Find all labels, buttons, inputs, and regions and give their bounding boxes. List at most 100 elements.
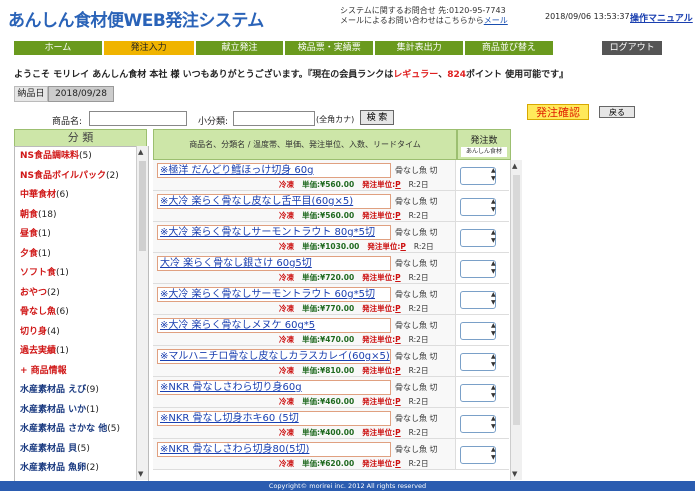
qty-spinner[interactable]: ▲ ▼ — [491, 415, 500, 431]
temperature-zone: 冷凍 — [279, 242, 294, 251]
product-details: 冷凍 単価:¥470.00 発注単位:P R:2日 — [279, 334, 428, 345]
scroll-thumb[interactable] — [139, 161, 146, 251]
qty-spinner[interactable]: ▲ ▼ — [491, 384, 500, 400]
qty-spinner[interactable]: ▲ ▼ — [491, 260, 500, 276]
product-info: 大冷 楽らく骨なし銀さけ 60g5切 骨なし魚 切冷凍 単価:¥720.00 発注単位… — [153, 253, 456, 283]
product-name-link[interactable]: ※NKR 骨なしさわら切身80(5切) — [157, 442, 391, 457]
category-item[interactable]: 水産素材品 さかな 他(5) — [15, 420, 148, 440]
product-name-link[interactable]: ※NKR 骨なし切身ホキ60 (5切 — [157, 411, 391, 426]
category-item[interactable]: ソフト食(1) — [15, 264, 148, 284]
product-name-link[interactable]: ※大冷 楽らく骨なしメヌケ 60g*5 — [157, 318, 391, 333]
product-name-input[interactable] — [89, 111, 187, 126]
spin-up-icon[interactable]: ▲ — [491, 260, 500, 268]
spin-up-icon[interactable]: ▲ — [491, 291, 500, 299]
category-item[interactable]: 水産素材品 貝(5) — [15, 440, 148, 460]
product-name-link[interactable]: ※極洋 だんどり鱈ほっけ切身 60g — [157, 163, 391, 178]
product-name-link[interactable]: ※大冷 楽らく骨なしサーモントラウト 80g*5切 — [157, 225, 391, 240]
product-name-link[interactable]: ※大冷 楽らく骨なし皮なし舌平目(60g×5) — [157, 194, 391, 209]
category-item[interactable]: 過去実績(1) — [15, 342, 148, 362]
tab-menu-order[interactable]: 献立発注 — [195, 41, 284, 55]
order-unit-value: P — [395, 335, 401, 344]
category-label: ソフト食 — [20, 268, 57, 278]
scroll-up-icon[interactable]: ▲ — [138, 148, 143, 156]
tab-home[interactable]: ホーム — [14, 41, 102, 55]
scroll-down-icon[interactable]: ▼ — [512, 470, 517, 478]
spin-down-icon[interactable]: ▼ — [491, 423, 500, 431]
unit-price: 単価:¥770.00 — [302, 304, 355, 313]
category-item[interactable]: 昼食(1) — [15, 225, 148, 245]
product-name-link[interactable]: ※NKR 骨なしさわら切り身60g — [157, 380, 391, 395]
product-scrollbar[interactable]: ▲ ▼ — [510, 160, 522, 480]
product-category: 骨なし魚 切 — [395, 414, 438, 423]
contact-phone: システムに関するお問合せ 先:0120-95-7743 — [340, 6, 506, 15]
spin-down-icon[interactable]: ▼ — [491, 361, 500, 369]
tab-order-input[interactable]: 発注入力 — [103, 41, 194, 55]
logout-button[interactable]: ログアウト — [602, 41, 662, 55]
product-list: ※極洋 だんどり鱈ほっけ切身 60g 骨なし魚 切冷凍 単価:¥560.00 発注単位… — [153, 160, 509, 480]
product-category: 骨なし魚 切 — [395, 383, 438, 392]
product-name-link[interactable]: ※大冷 楽らく骨なしサーモントラウト 60g*5切 — [157, 287, 391, 302]
delivery-date-value[interactable]: 2018/09/28 — [48, 86, 114, 102]
spin-down-icon[interactable]: ▼ — [491, 392, 500, 400]
category-item[interactable]: 中華食材(6) — [15, 186, 148, 206]
manual-link[interactable]: 操作マニュアル — [630, 11, 693, 24]
spin-down-icon[interactable]: ▼ — [491, 175, 500, 183]
spin-up-icon[interactable]: ▲ — [491, 167, 500, 175]
subcategory-input[interactable] — [233, 111, 315, 126]
welcome-suffix: ポイント 使用可能です』 — [466, 70, 569, 80]
scroll-down-icon[interactable]: ▼ — [138, 470, 143, 478]
category-item[interactable]: 夕食(1) — [15, 245, 148, 265]
product-name-link[interactable]: 大冷 楽らく骨なし銀さけ 60g5切 — [157, 256, 391, 271]
category-item[interactable]: 切り身(4) — [15, 323, 148, 343]
qty-spinner[interactable]: ▲ ▼ — [491, 167, 500, 183]
category-item[interactable]: NS食品調味料(5) — [15, 147, 148, 167]
spin-up-icon[interactable]: ▲ — [491, 353, 500, 361]
spin-up-icon[interactable]: ▲ — [491, 384, 500, 392]
tab-summary[interactable]: 集計表出力 — [375, 41, 463, 55]
spin-down-icon[interactable]: ▼ — [491, 330, 500, 338]
spin-up-icon[interactable]: ▲ — [491, 415, 500, 423]
subcategory-hint: (全角カナ) — [316, 115, 355, 124]
spin-up-icon[interactable]: ▲ — [491, 322, 500, 330]
spin-down-icon[interactable]: ▼ — [491, 454, 500, 462]
category-item[interactable]: 朝食(18) — [15, 206, 148, 226]
product-details: 冷凍 単価:¥400.00 発注単位:P R:2日 — [279, 427, 428, 438]
spin-down-icon[interactable]: ▼ — [491, 206, 500, 214]
category-scrollbar[interactable]: ▲ ▼ — [136, 146, 148, 480]
scroll-thumb[interactable] — [513, 175, 520, 425]
scroll-up-icon[interactable]: ▲ — [512, 162, 517, 170]
category-item[interactable]: 水産素材品 えび(9) — [15, 381, 148, 401]
tab-sort[interactable]: 商品並び替え — [465, 41, 553, 55]
spin-down-icon[interactable]: ▼ — [491, 237, 500, 245]
spin-up-icon[interactable]: ▲ — [491, 229, 500, 237]
search-button[interactable]: 検 索 — [360, 110, 394, 125]
qty-spinner[interactable]: ▲ ▼ — [491, 353, 500, 369]
category-item[interactable]: NS食品ボイルパック(2) — [15, 167, 148, 187]
mail-link[interactable]: メール — [484, 16, 508, 25]
spin-down-icon[interactable]: ▼ — [491, 268, 500, 276]
category-count: (1) — [38, 248, 51, 259]
qty-spinner[interactable]: ▲ ▼ — [491, 229, 500, 245]
order-confirm-button[interactable]: 発注確認 — [527, 104, 589, 120]
brand-title: あんしん食材便WEB発注システム — [8, 11, 264, 31]
category-item[interactable]: 骨なし魚(6) — [15, 303, 148, 323]
product-details: 冷凍 単価:¥810.00 発注単位:P R:2日 — [279, 365, 428, 376]
category-item[interactable]: + 商品情報 — [15, 362, 148, 382]
product-details: 冷凍 単価:¥770.00 発注単位:P R:2日 — [279, 303, 428, 314]
category-item[interactable]: 水産素材品 いか(1) — [15, 401, 148, 421]
tab-inspection[interactable]: 検品票・実績票 — [285, 41, 374, 55]
spin-up-icon[interactable]: ▲ — [491, 446, 500, 454]
qty-spinner[interactable]: ▲ ▼ — [491, 198, 500, 214]
unit-price: 単価:¥460.00 — [302, 397, 355, 406]
spin-up-icon[interactable]: ▲ — [491, 198, 500, 206]
category-item[interactable]: 水産素材品 魚卵(2) — [15, 459, 148, 479]
product-category: 骨なし魚 切 — [395, 352, 438, 361]
qty-spinner[interactable]: ▲ ▼ — [491, 446, 500, 462]
qty-spinner[interactable]: ▲ ▼ — [491, 291, 500, 307]
back-button[interactable]: 戻る — [599, 106, 635, 118]
product-category: 骨なし魚 切 — [395, 197, 438, 206]
category-item[interactable]: おやつ(2) — [15, 284, 148, 304]
qty-spinner[interactable]: ▲ ▼ — [491, 322, 500, 338]
product-name-link[interactable]: ※マルハニチロ骨なし皮なしカラスカレイ(60g×5) — [157, 349, 391, 364]
spin-down-icon[interactable]: ▼ — [491, 299, 500, 307]
